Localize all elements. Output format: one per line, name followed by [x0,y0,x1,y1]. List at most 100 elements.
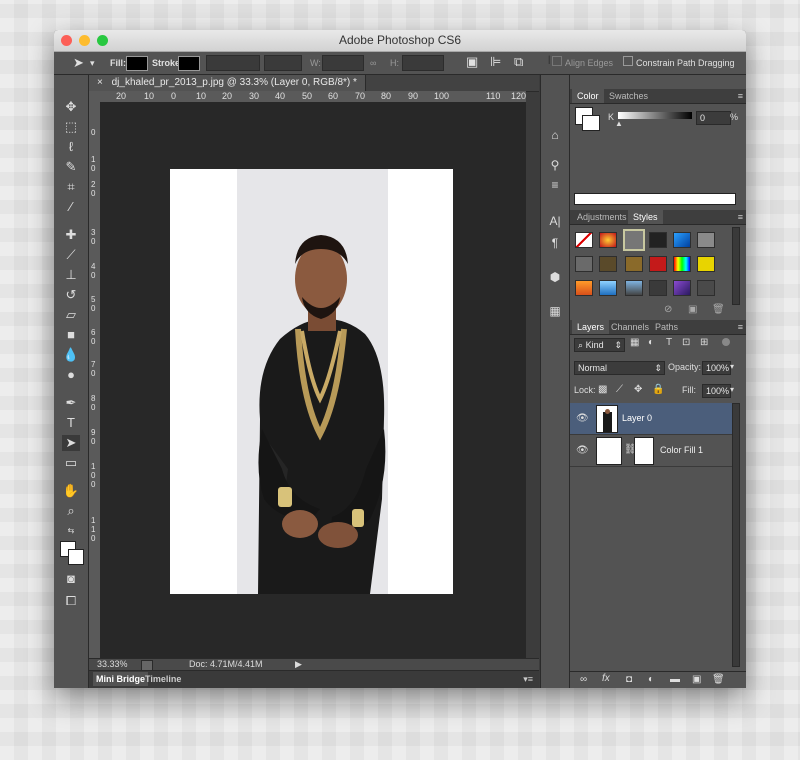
style-swatch[interactable] [649,232,667,248]
clear-style-icon[interactable]: ⊘ [664,304,672,315]
background-color-swatch[interactable] [68,549,84,565]
blur-tool-icon[interactable]: 💧 [62,347,80,363]
quick-mask-icon[interactable]: ◙ [62,571,80,587]
lock-image-icon[interactable]: ⟋ [616,384,623,395]
quick-selection-tool-icon[interactable]: ✎ [62,159,80,175]
align-edges-checkbox[interactable] [552,56,562,66]
document-canvas[interactable] [170,169,453,594]
tab-mini-bridge[interactable]: Mini Bridge [93,672,148,686]
constrain-path-checkbox[interactable] [623,56,633,66]
layers-scrollbar[interactable] [732,403,740,667]
color-panel-menu-icon[interactable]: ≡ [738,89,743,103]
status-menu-arrow-icon[interactable]: ▶ [295,659,302,670]
document-tab[interactable]: × dj_khaled_pr_2013_p.jpg @ 33.3% (Layer… [89,75,366,91]
height-field[interactable] [402,55,444,71]
tab-adjustments[interactable]: Adjustments [572,210,632,224]
layer-name[interactable]: Layer 0 [622,413,652,423]
zoom-level[interactable]: 33.33% [97,659,128,670]
path-selection-tool-icon[interactable]: ➤ [73,55,84,71]
style-swatch-selected[interactable] [623,229,645,251]
style-swatch[interactable] [673,256,691,272]
style-swatch[interactable] [625,280,643,296]
new-layer-icon[interactable]: ▣ [692,674,701,685]
style-swatch[interactable] [697,256,715,272]
brush-tool-icon[interactable]: ⟋ [62,247,80,263]
color-ramp[interactable] [574,193,736,205]
k-value-field[interactable]: 0 [696,111,731,125]
style-swatch[interactable] [673,232,691,248]
fill-slider-arrow-icon[interactable]: ▾ [730,385,734,394]
delete-style-icon[interactable]: 🗑 [712,304,725,315]
opacity-field[interactable]: 100% [702,361,731,375]
styles-scrollbar[interactable] [732,227,740,305]
close-window-button[interactable] [61,35,72,46]
character-panel-icon[interactable]: A| [547,213,563,229]
timeline-panel-icon[interactable]: ▦ [547,303,563,319]
history-brush-tool-icon[interactable]: ↺ [62,287,80,303]
lock-transparent-icon[interactable]: ▩ [598,384,607,395]
width-field[interactable] [322,55,364,71]
style-swatch[interactable] [649,280,667,296]
3d-panel-icon[interactable]: ⬢ [547,269,563,285]
adjustments-panel-icon[interactable]: ≡ [547,177,563,193]
spot-healing-tool-icon[interactable]: ✚ [62,227,80,243]
visibility-eye-icon[interactable]: 👁 [576,413,589,424]
filter-toggle[interactable] [722,338,730,346]
color-background-swatch[interactable] [582,115,600,131]
type-filter-icon[interactable]: T [666,337,672,348]
type-tool-icon[interactable]: T [62,415,80,431]
tab-timeline[interactable]: Timeline [145,674,181,684]
visibility-eye-icon[interactable]: 👁 [576,445,589,456]
style-swatch[interactable] [575,256,593,272]
bottom-panel-menu-icon[interactable]: ▾≡ [523,674,533,685]
path-alignment-icon[interactable]: ⊫ [490,54,501,70]
styles-panel-menu-icon[interactable]: ≡ [738,210,743,224]
layer-filter-kind-dropdown[interactable]: ⌕ Kind ⇕ [574,338,625,352]
style-swatch[interactable] [575,280,593,296]
smart-object-filter-icon[interactable]: ⊞ [700,337,708,348]
style-swatch[interactable] [697,232,715,248]
layer-name[interactable]: Color Fill 1 [660,445,703,455]
pixel-filter-icon[interactable]: ▦ [630,337,639,348]
marquee-tool-icon[interactable]: ⬚ [62,119,80,135]
move-tool-icon[interactable]: ✥ [62,99,80,115]
layers-panel-menu-icon[interactable]: ≡ [738,320,743,334]
opacity-slider-arrow-icon[interactable]: ▾ [730,362,734,371]
tool-preset-dropdown[interactable]: ▾ [90,58,95,69]
pasteboard[interactable] [100,102,526,658]
hand-tool-icon[interactable]: ✋ [62,483,80,499]
gradient-tool-icon[interactable]: ■ [62,327,80,343]
paragraph-panel-icon[interactable]: ¶ [547,235,563,251]
link-layers-icon[interactable]: ∞ [580,674,587,685]
style-swatch[interactable] [599,256,617,272]
zoom-tool-icon[interactable]: ⌕ [62,503,80,519]
fill-field[interactable]: 100% [702,384,731,398]
delete-layer-icon[interactable]: 🗑 [712,674,725,685]
tab-paths[interactable]: Paths [650,320,683,334]
new-style-icon[interactable]: ▣ [688,304,697,315]
swap-colors-icon[interactable]: ⇆ [62,523,80,539]
link-icon[interactable]: ∞ [370,58,376,68]
k-slider-ramp[interactable] [618,112,692,119]
lock-position-icon[interactable]: ✥ [634,384,642,395]
style-swatch[interactable] [599,280,617,296]
stroke-width-field[interactable] [206,55,260,71]
layer-row-layer-0[interactable]: 👁 Layer 0 [570,403,732,435]
tab-color[interactable]: Color [572,89,604,103]
ruler-origin[interactable] [89,91,100,102]
history-panel-icon[interactable]: ⌂ [547,127,563,143]
style-swatch[interactable] [697,280,715,296]
add-mask-icon[interactable]: ◘ [626,674,632,685]
screen-mode-icon[interactable]: ⧠ [62,593,80,609]
eyedropper-tool-icon[interactable]: ⁄ [62,199,80,215]
stroke-swatch[interactable] [178,56,200,71]
crop-tool-icon[interactable]: ⌗ [62,179,80,195]
zoom-window-button[interactable] [97,35,108,46]
layer-style-icon[interactable]: fx [602,673,610,684]
style-swatch[interactable] [599,232,617,248]
lasso-tool-icon[interactable]: ℓ [62,139,80,155]
style-swatch[interactable] [575,232,593,248]
adjustment-filter-icon[interactable]: ◐ [648,337,654,348]
new-adjustment-layer-icon[interactable]: ◐ [648,674,654,685]
path-selection-tool-button-icon[interactable]: ➤ [62,435,80,451]
